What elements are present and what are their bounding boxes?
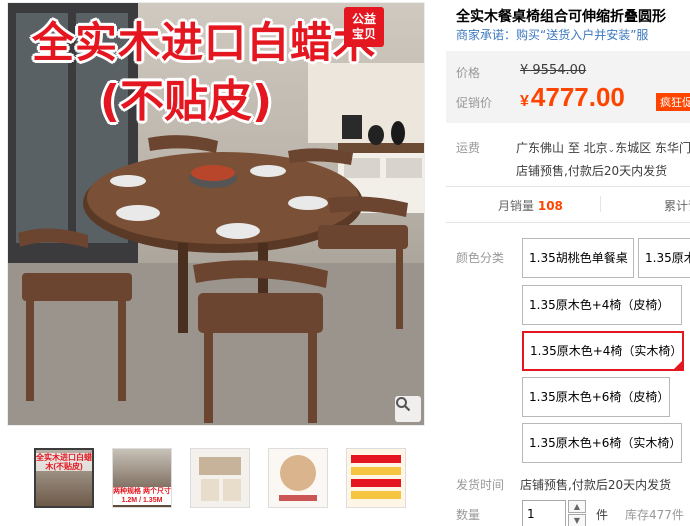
sku-option-1[interactable]: 1.35胡桃色单餐桌 bbox=[522, 238, 634, 278]
shipping-note: 店铺预售,付款后20天内发货 bbox=[516, 164, 668, 178]
monthly-sales-value: 108 bbox=[537, 199, 563, 213]
thumbnail-2[interactable]: 两种规格 两个尺寸 1.2M / 1.35M bbox=[112, 448, 172, 508]
shipping-route: 广东佛山 至 北京⌄东城区 东华门 bbox=[516, 139, 690, 156]
quantity-unit: 件 bbox=[596, 508, 609, 522]
thumbnail-5[interactable] bbox=[346, 448, 406, 508]
charity-badge: 公益 宝贝 bbox=[344, 7, 384, 47]
magnifier-icon bbox=[396, 397, 411, 412]
ship-to: 至 北京 bbox=[567, 141, 608, 155]
stock-count: 库存477件 bbox=[625, 508, 684, 522]
promo-price: ¥4777.00 bbox=[520, 82, 625, 113]
promo-price-value: 4777.00 bbox=[530, 82, 625, 112]
delivery-time-label: 发货时间 bbox=[456, 478, 505, 492]
original-price: ¥ 9554.00 bbox=[520, 63, 587, 78]
quantity-decrease-button[interactable]: ▼ bbox=[568, 514, 586, 526]
currency-symbol: ¥ bbox=[520, 93, 529, 110]
ship-from: 广东佛山 bbox=[516, 141, 565, 155]
price-label: 价格 bbox=[456, 66, 481, 80]
monthly-sales: 月销量 108 bbox=[498, 197, 563, 214]
sku-option-5[interactable]: 1.35原木色+6椅（皮椅） bbox=[522, 377, 670, 417]
divider-top bbox=[446, 186, 690, 187]
flash-sale-tag: 疯狂促 bbox=[656, 93, 690, 111]
thumbnail-strip: 全实木进口白蜡木(不贴皮) 两种规格 两个尺寸 1.2M / 1.35M bbox=[34, 448, 406, 510]
price-panel: 价格 ¥ 9554.00 促销价 ¥4777.00 疯狂促 bbox=[446, 51, 690, 123]
thumbnail-5-graphic bbox=[351, 455, 401, 499]
delivery-time-value: 店铺预售,付款后20天内发货 bbox=[520, 478, 672, 492]
sku-option-3[interactable]: 1.35原木色+4椅（皮椅） bbox=[522, 285, 682, 325]
quantity-increase-button[interactable]: ▲ bbox=[568, 500, 586, 513]
product-title: 全实木餐桌椅组合可伸缩折叠圆形 bbox=[456, 9, 666, 25]
sku-option-4-label: 1.35原木色+4椅（实木椅） bbox=[530, 344, 683, 358]
stats-separator bbox=[600, 196, 601, 212]
charity-badge-line-1: 公益 bbox=[351, 12, 376, 26]
promo-price-label: 促销价 bbox=[456, 96, 493, 110]
quantity-label: 数量 bbox=[456, 508, 481, 522]
quantity-input[interactable]: 1 bbox=[522, 500, 566, 526]
cumulative-reviews-link[interactable]: 累计评 bbox=[664, 197, 690, 214]
merchant-promise-link[interactable]: 商家承诺：购买“送货入户并安装”服 bbox=[456, 26, 690, 43]
main-product-image[interactable]: 全实木进口白蜡木 (不贴皮) 公益 宝贝 bbox=[7, 2, 425, 426]
ship-to-selector[interactable]: 至 北京⌄ bbox=[568, 141, 615, 155]
thumbnail-2-caption: 两种规格 两个尺寸 1.2M / 1.35M bbox=[113, 487, 171, 505]
promo-subheadline: (不贴皮) bbox=[99, 76, 273, 127]
sku-option-6[interactable]: 1.35原木色+6椅（实木椅） bbox=[522, 423, 682, 463]
ship-to-district: 东城区 东华门 bbox=[615, 141, 690, 155]
monthly-sales-label: 月销量 bbox=[498, 199, 535, 213]
sku-option-2[interactable]: 1.35原木 bbox=[638, 238, 690, 278]
shipping-label: 运费 bbox=[456, 141, 481, 155]
divider-bottom bbox=[446, 222, 690, 223]
thumbnail-1[interactable]: 全实木进口白蜡木(不贴皮) bbox=[34, 448, 94, 508]
thumbnail-4-graphic bbox=[279, 455, 317, 501]
thumbnail-4[interactable] bbox=[268, 448, 328, 508]
thumbnail-3[interactable] bbox=[190, 448, 250, 508]
thumbnail-3-graphic bbox=[199, 457, 241, 501]
color-category-label: 颜色分类 bbox=[456, 251, 505, 265]
thumbnail-1-caption: 全实木进口白蜡木(不贴皮) bbox=[36, 453, 92, 471]
thumbnail-2-subtext: 两种规格 两个尺寸 bbox=[113, 488, 171, 495]
selected-check-icon: ✓ bbox=[673, 360, 682, 369]
thumbnail-2-size: 1.2M / 1.35M bbox=[121, 497, 163, 504]
sku-option-4-selected[interactable]: 1.35原木色+4椅（实木椅） ✓ bbox=[522, 331, 684, 371]
zoom-button[interactable] bbox=[395, 396, 421, 422]
charity-badge-line-2: 宝贝 bbox=[351, 27, 376, 41]
